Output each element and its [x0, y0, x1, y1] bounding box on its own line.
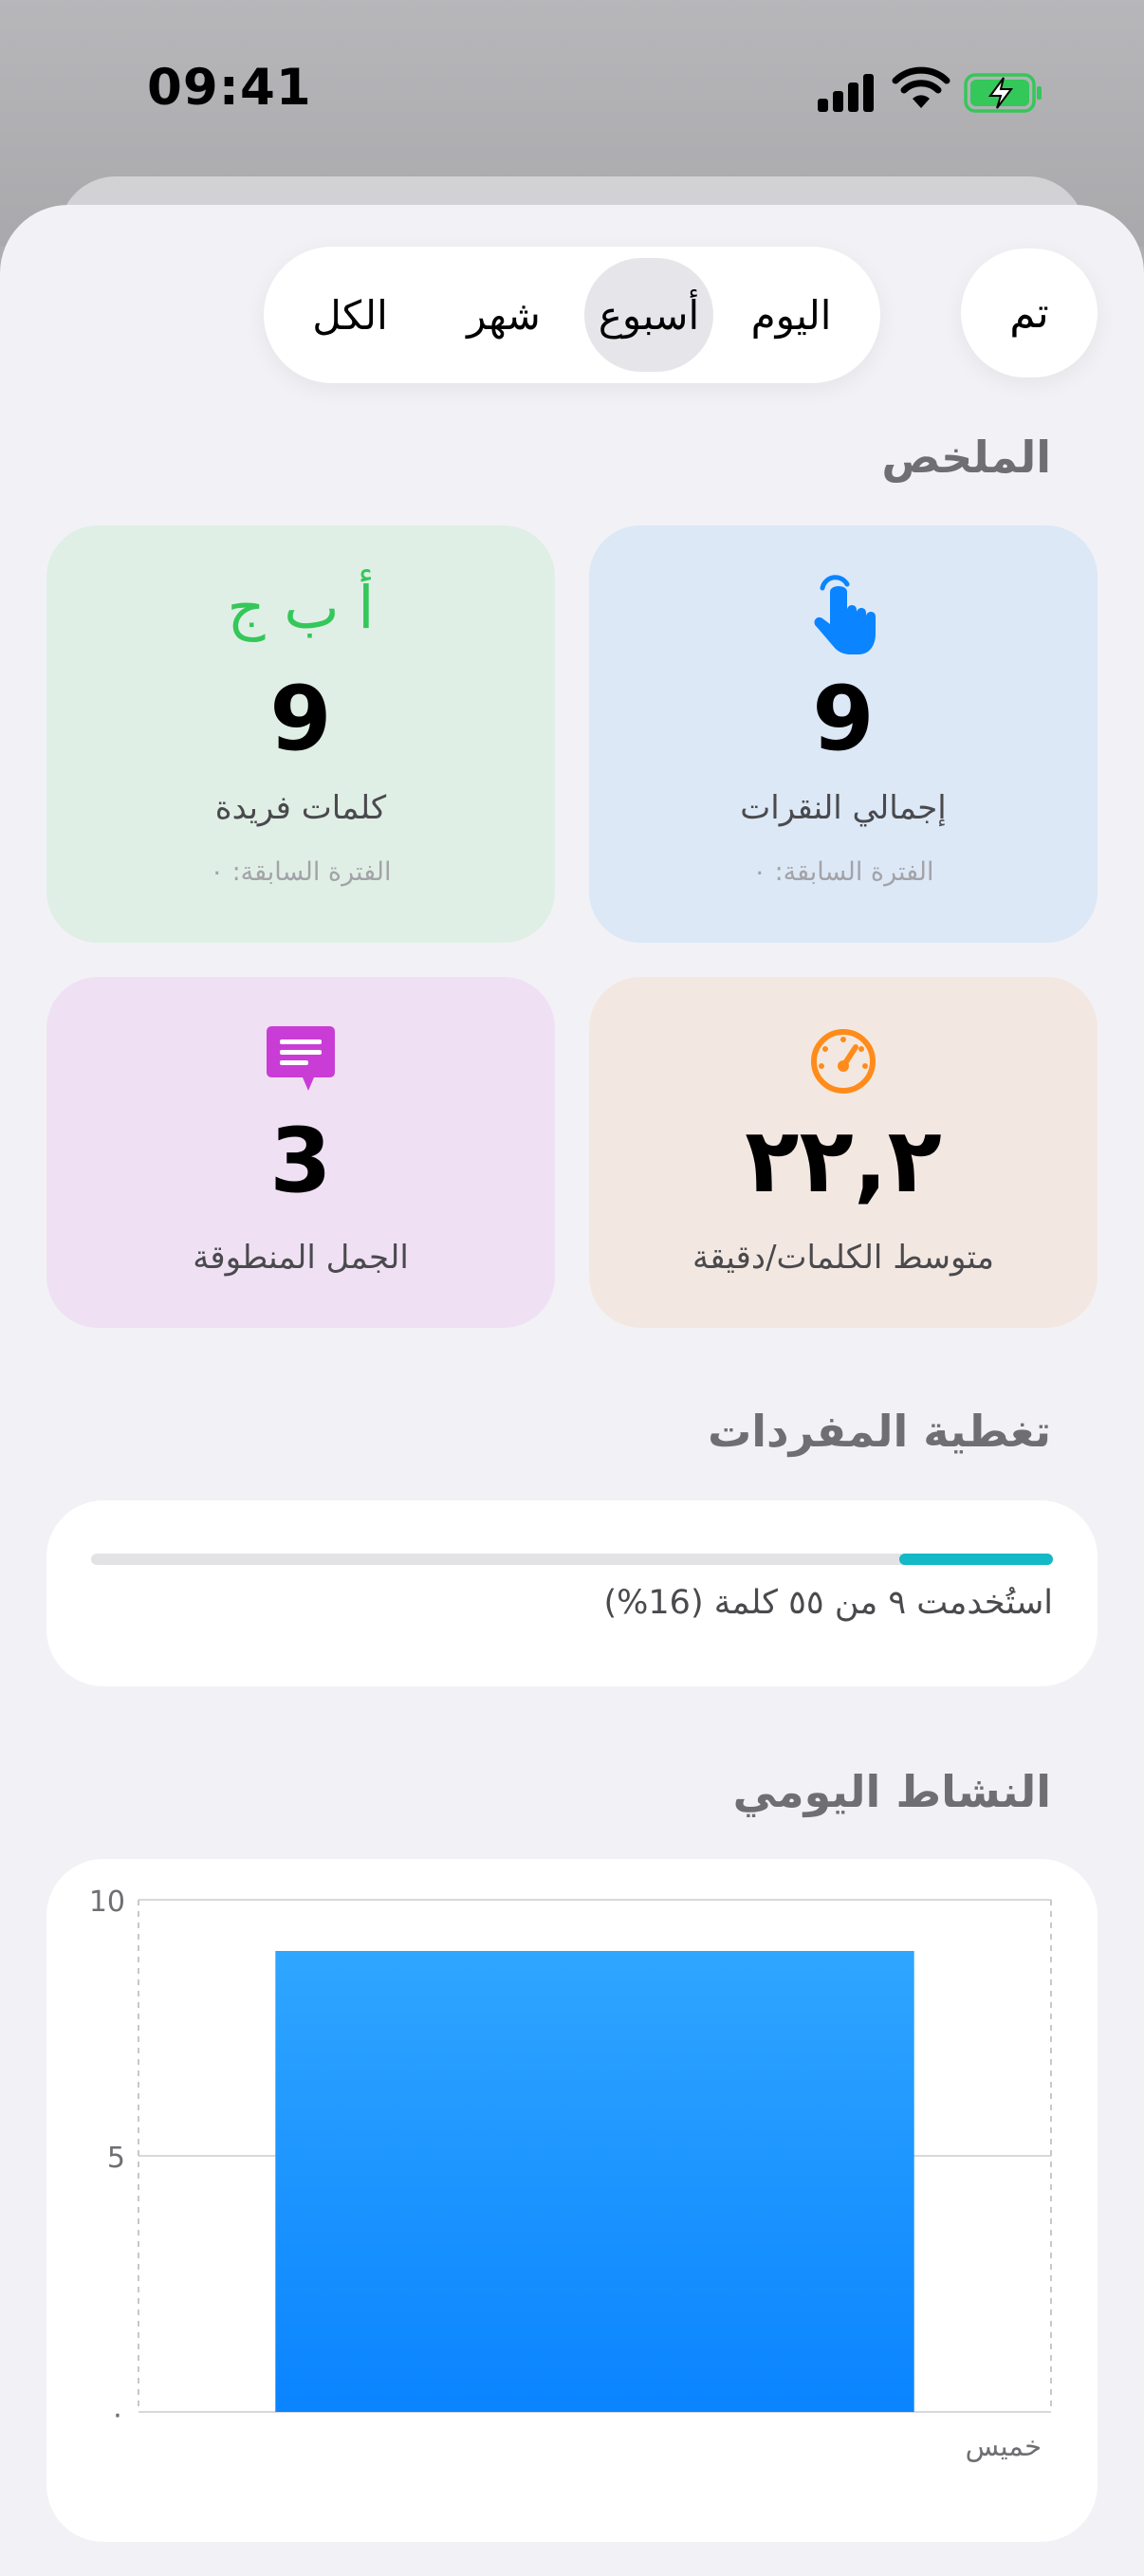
done-button[interactable]: تم — [961, 248, 1098, 377]
avg-wpm-label: متوسط الكلمات/دقيقة — [692, 1239, 994, 1277]
unique-words-value: 9 — [269, 668, 332, 771]
chart-bar — [275, 1951, 914, 2412]
spoken-sentences-value: 3 — [269, 1110, 332, 1213]
unique-words-label: كلمات فريدة — [214, 789, 387, 827]
total-taps-previous: الفترة السابقة: ٠ — [752, 857, 934, 887]
chart-y-tick-label: ٠ — [110, 2398, 125, 2431]
vocabulary-progress-fill — [898, 1554, 1053, 1565]
daily-activity-chart: 10 5 ٠ خميس — [89, 1886, 1052, 2462]
battery-charging-icon — [964, 73, 1042, 113]
spoken-sentences-label: الجمل المنطوقة — [193, 1239, 409, 1277]
period-segmented-control[interactable]: اليوم أسبوع شهر الكل — [264, 247, 880, 383]
unique-words-previous: الفترة السابقة: ٠ — [210, 857, 392, 887]
spoken-sentences-card: 3 الجمل المنطوقة — [46, 977, 555, 1328]
message-bubble-icon — [267, 1026, 335, 1091]
vocabulary-coverage-text: استُخدمت ٩ من ٥٥ كلمة (16%) — [603, 1584, 1053, 1622]
segment-today[interactable]: اليوم — [720, 258, 862, 372]
status-bar: 09:41 — [0, 0, 1144, 180]
wifi-icon — [892, 66, 950, 108]
chart-x-tick-label: خميس — [966, 2430, 1042, 2462]
total-taps-card: 9 إجمالي النقرات الفترة السابقة: ٠ — [589, 525, 1098, 943]
total-taps-value: 9 — [812, 668, 875, 771]
segment-week[interactable]: أسبوع — [584, 258, 713, 372]
avg-wpm-card: ٢٢,٢ متوسط الكلمات/دقيقة — [589, 977, 1098, 1328]
summary-title: الملخص — [881, 432, 1051, 483]
hand-tap-icon — [814, 575, 876, 654]
segment-month[interactable]: شهر — [433, 258, 575, 372]
speedometer-icon — [811, 1029, 876, 1094]
vocabulary-progress-bar — [91, 1554, 1053, 1565]
chart-y-tick-label: 5 — [107, 2142, 125, 2175]
abc-letters-icon: أ ب ج — [227, 573, 375, 642]
daily-activity-title: النشاط اليومي — [732, 1766, 1051, 1817]
chart-y-tick-label: 10 — [89, 1886, 125, 1919]
cellular-signal-icon — [818, 72, 875, 112]
status-time: 09:41 — [147, 59, 312, 117]
unique-words-card: أ ب ج 9 كلمات فريدة الفترة السابقة: ٠ — [46, 525, 555, 943]
vocabulary-title: تغطية المفردات — [708, 1406, 1051, 1457]
segment-all[interactable]: الكل — [279, 258, 421, 372]
total-taps-label: إجمالي النقرات — [740, 789, 947, 827]
avg-wpm-value: ٢٢,٢ — [745, 1110, 942, 1213]
